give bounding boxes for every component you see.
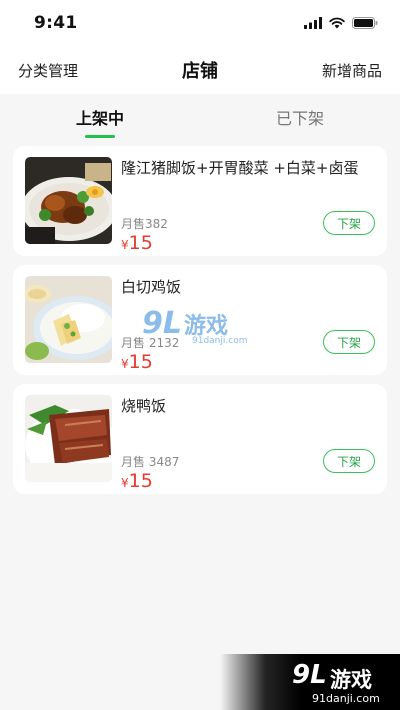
product-image xyxy=(25,395,112,482)
price-value: 15 xyxy=(128,351,153,373)
watermark-text: 游戏 xyxy=(330,668,372,692)
product-list: 隆江猪脚饭+开胃酸菜 +白菜+卤蛋 月售382 ¥15 下架 白切鸡饭 月售 2… xyxy=(0,140,400,494)
price-value: 15 xyxy=(128,232,153,254)
page-title: 店铺 xyxy=(182,61,218,82)
product-card[interactable]: 白切鸡饭 月售 2132 ¥15 下架 xyxy=(13,265,387,375)
product-image xyxy=(25,276,112,363)
tab-label: 已下架 xyxy=(275,109,324,128)
currency-symbol: ¥ xyxy=(121,238,129,252)
watermark-logo: 9L xyxy=(292,660,327,690)
product-price: ¥15 xyxy=(121,470,153,492)
wifi-icon xyxy=(329,17,345,29)
product-name: 烧鸭饭 xyxy=(121,397,167,415)
battery-icon xyxy=(352,17,378,29)
take-off-shelf-button[interactable]: 下架 xyxy=(323,330,375,354)
product-name: 白切鸡饭 xyxy=(121,278,182,296)
product-sales: 月售382 xyxy=(121,217,168,231)
status-time: 9:41 xyxy=(34,13,78,33)
product-info: 白切鸡饭 月售 2132 ¥15 下架 xyxy=(121,276,375,373)
tab-indicator xyxy=(85,135,115,138)
status-bar: 9:41 xyxy=(0,0,400,46)
add-product-button[interactable]: 新增商品 xyxy=(322,60,382,81)
take-off-shelf-button[interactable]: 下架 xyxy=(323,449,375,473)
nav-bar: 分类管理 店铺 新增商品 xyxy=(0,46,400,94)
product-card[interactable]: 隆江猪脚饭+开胃酸菜 +白菜+卤蛋 月售382 ¥15 下架 xyxy=(13,146,387,256)
product-sales: 月售 2132 xyxy=(121,336,180,350)
signal-icon xyxy=(304,17,322,29)
tab-on-shelf[interactable]: 上架中 xyxy=(0,94,200,140)
watermark-corner: 9L 游戏 91danji.com xyxy=(220,654,400,710)
tab-bar: 上架中 已下架 xyxy=(0,94,400,140)
category-management-button[interactable]: 分类管理 xyxy=(18,60,78,81)
product-card[interactable]: 烧鸭饭 月售 3487 ¥15 下架 xyxy=(13,384,387,494)
product-image xyxy=(25,157,112,244)
watermark-url: 91danji.com xyxy=(312,692,380,705)
price-value: 15 xyxy=(128,470,153,492)
product-info: 隆江猪脚饭+开胃酸菜 +白菜+卤蛋 月售382 ¥15 下架 xyxy=(121,157,375,254)
product-price: ¥15 xyxy=(121,351,153,373)
status-icons xyxy=(304,17,378,29)
tab-label: 上架中 xyxy=(75,109,124,128)
take-off-shelf-button[interactable]: 下架 xyxy=(323,211,375,235)
product-info: 烧鸭饭 月售 3487 ¥15 下架 xyxy=(121,395,375,492)
product-sales: 月售 3487 xyxy=(121,455,180,469)
header-area: 9:41 分类管理 店铺 新增商品 xyxy=(0,0,400,94)
product-name: 隆江猪脚饭+开胃酸菜 +白菜+卤蛋 xyxy=(121,159,359,177)
tab-off-shelf[interactable]: 已下架 xyxy=(200,94,400,140)
product-price: ¥15 xyxy=(121,232,153,254)
currency-symbol: ¥ xyxy=(121,476,129,490)
currency-symbol: ¥ xyxy=(121,357,129,371)
